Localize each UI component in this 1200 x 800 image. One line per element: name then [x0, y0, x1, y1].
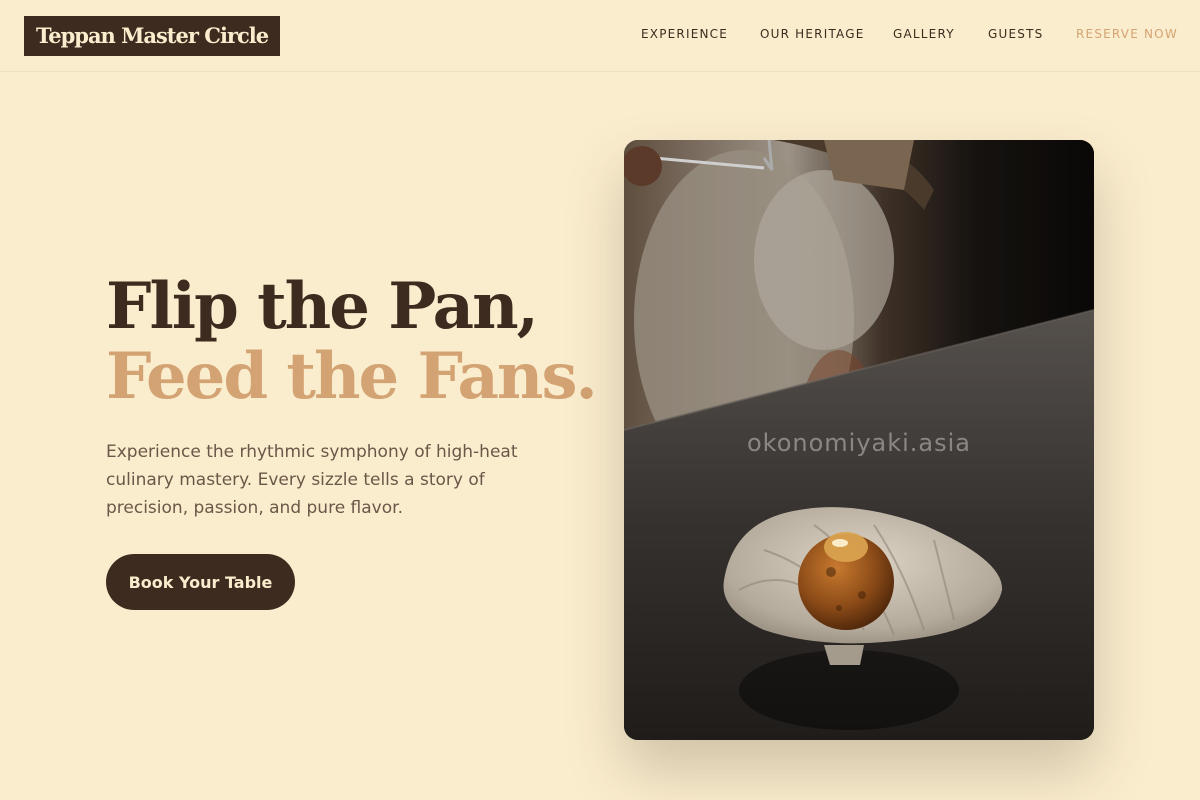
hero-photo: okonomiyaki.asia	[624, 140, 1094, 740]
nav-link-reserve-now[interactable]: RESERVE NOW	[1076, 27, 1178, 41]
book-table-button[interactable]: Book Your Table	[106, 554, 295, 610]
hero-title: Flip the Pan, Feed the Fans.	[106, 269, 598, 414]
nav-link-heritage[interactable]: OUR HERITAGE	[760, 27, 865, 41]
nav-link-guests[interactable]: GUESTS	[988, 27, 1043, 41]
hero-title-line1: Flip the Pan,	[106, 269, 539, 344]
hero-description: Experience the rhythmic symphony of high…	[106, 442, 518, 518]
nav-link-gallery[interactable]: GALLERY	[893, 27, 955, 41]
nav-link-experience[interactable]: EXPERIENCE	[641, 27, 728, 41]
photo-watermark: okonomiyaki.asia	[746, 429, 972, 457]
main-nav: EXPERIENCE OUR HERITAGE GALLERY GUESTS R…	[0, 27, 1200, 43]
hero-title-line2: Feed the Fans.	[106, 339, 598, 414]
site-header: Teppan Master Circle EXPERIENCE OUR HERI…	[0, 0, 1200, 72]
